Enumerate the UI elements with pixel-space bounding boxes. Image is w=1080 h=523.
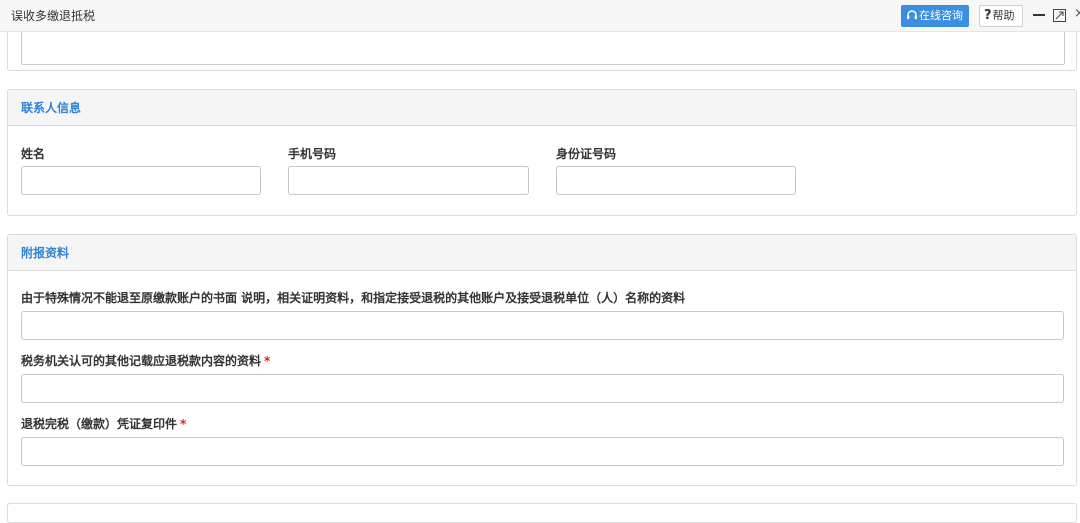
previous-section-panel	[7, 32, 1077, 71]
doc2-label-wrap: 税务机关认可的其他记载应退税款内容的资料 *	[21, 353, 270, 369]
name-input[interactable]	[21, 166, 261, 195]
question-mark-icon: ?	[984, 8, 992, 23]
doc2-required-mark: *	[264, 354, 271, 368]
previous-section-textarea[interactable]	[21, 32, 1065, 65]
doc3-label-wrap: 退税完税（缴款）凭证复印件 *	[21, 416, 186, 432]
name-label: 姓名	[21, 147, 46, 161]
doc2-input[interactable]	[21, 374, 1064, 403]
doc1-label: 由于特殊情况不能退至原缴款账户的书面 说明，相关证明资料，和指定接受退税的其他账…	[21, 291, 686, 305]
doc1-input[interactable]	[21, 311, 1064, 340]
help-button[interactable]: ?帮助	[979, 5, 1023, 27]
phone-label: 手机号码	[288, 147, 337, 161]
online-consult-button[interactable]: 在线咨询	[901, 5, 969, 27]
help-label: 帮助	[992, 9, 1015, 22]
doc3-input[interactable]	[21, 437, 1064, 466]
window-titlebar: 误收多缴退抵税 在线咨询 ?帮助 ×	[0, 0, 1080, 32]
contact-info-panel: 联系人信息 姓名 手机号码 身份证号码	[7, 89, 1077, 216]
id-number-label: 身份证号码	[556, 147, 617, 161]
window-title: 误收多缴退抵税	[11, 9, 96, 23]
minimize-icon[interactable]	[1033, 14, 1045, 16]
online-consult-label: 在线咨询	[919, 9, 963, 22]
id-number-input[interactable]	[556, 166, 796, 195]
attachments-panel: 附报资料 由于特殊情况不能退至原缴款账户的书面 说明，相关证明资料，和指定接受退…	[7, 234, 1077, 486]
doc3-required-mark: *	[180, 417, 187, 431]
maximize-icon[interactable]	[1053, 9, 1066, 22]
headset-icon	[907, 10, 917, 20]
doc2-label: 税务机关认可的其他记载应退税款内容的资料	[21, 354, 262, 368]
attachments-header: 附报资料	[8, 235, 1076, 271]
next-section-panel	[7, 503, 1077, 523]
contact-info-header: 联系人信息	[8, 90, 1076, 126]
doc3-label: 退税完税（缴款）凭证复印件	[21, 417, 178, 431]
close-icon[interactable]: ×	[1074, 6, 1080, 26]
phone-input[interactable]	[288, 166, 529, 195]
